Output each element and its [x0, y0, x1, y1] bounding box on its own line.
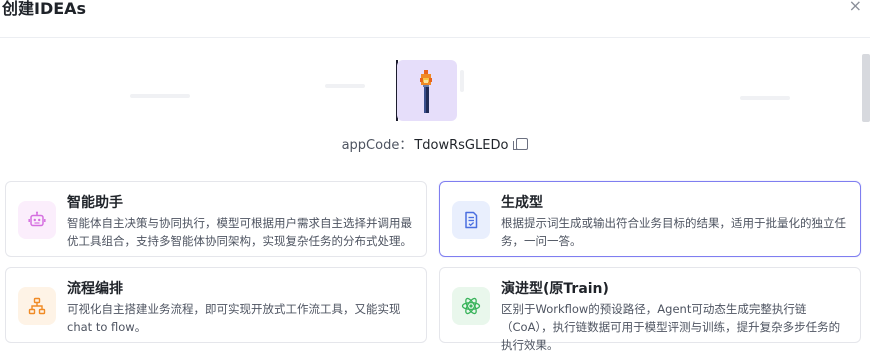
card-description: 智能体自主决策与协同执行，模型可根据用户需求自主选择并调用最优工具组合，支持多智… — [67, 216, 412, 248]
decorative-line — [460, 70, 464, 92]
atom-icon — [461, 297, 481, 315]
dialog-header: 创建IDEAs × — [0, 0, 870, 38]
dialog-title: 创建IDEAs — [2, 0, 87, 18]
app-code-value: TdowRsGLEDo — [414, 138, 509, 153]
app-logo[interactable] — [397, 60, 457, 121]
app-code-label: appCode： — [341, 138, 413, 153]
copy-icon[interactable] — [513, 138, 529, 150]
app-code-row: appCode： TdowRsGLEDo — [0, 136, 870, 156]
decorative-line — [740, 96, 790, 100]
card-assistant[interactable]: 智能助手 智能体自主决策与协同执行，模型可根据用户需求自主选择并调用最优工具组合… — [5, 181, 427, 257]
card-evolutionary[interactable]: 演进型(原Train) 区别于Workflow的预设路径，Agent可动态生成完… — [439, 267, 861, 352]
card-title: 智能助手 — [67, 195, 123, 211]
decorative-line — [130, 94, 190, 98]
flow-chart-icon — [28, 297, 46, 315]
card-description: 区别于Workflow的预设路径，Agent可动态生成完整执行链（CoA），执行… — [501, 302, 841, 352]
card-icon-box — [18, 287, 56, 325]
card-description: 可视化自主搭建业务流程，即可实现开放式工作流工具，又能实现chat to flo… — [67, 302, 401, 334]
close-icon[interactable]: × — [849, 0, 862, 14]
card-icon-box — [452, 287, 490, 325]
decorative-line — [325, 84, 365, 88]
card-description: 根据提示词生成或输出符合业务目标的结果，适用于批量化的独立任务，一问一答。 — [501, 216, 846, 248]
card-icon-box — [452, 201, 490, 239]
card-title: 演进型(原Train) — [501, 281, 609, 297]
robot-icon — [28, 211, 46, 227]
card-workflow[interactable]: 流程编排 可视化自主搭建业务流程，即可实现开放式工作流工具，又能实现chat t… — [5, 267, 427, 343]
torch-icon — [420, 70, 432, 113]
document-check-icon — [465, 211, 478, 229]
card-title: 流程编排 — [67, 281, 123, 297]
card-generative[interactable]: 生成型 根据提示词生成或输出符合业务目标的结果，适用于批量化的独立任务，一问一答… — [439, 181, 861, 257]
scrollbar[interactable] — [862, 54, 870, 122]
card-icon-box — [18, 201, 56, 239]
card-title: 生成型 — [501, 195, 543, 211]
